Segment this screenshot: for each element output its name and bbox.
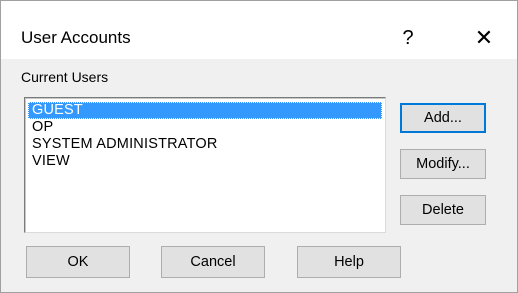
- cancel-button[interactable]: Cancel: [161, 246, 265, 278]
- user-accounts-dialog: User Accounts ? ✕ Current Users GUEST OP…: [0, 0, 518, 293]
- list-item-op[interactable]: OP: [28, 119, 382, 136]
- delete-button[interactable]: Delete: [400, 195, 486, 225]
- close-icon[interactable]: ✕: [461, 21, 507, 55]
- list-item-system-administrator[interactable]: SYSTEM ADMINISTRATOR: [28, 136, 382, 153]
- modify-button[interactable]: Modify...: [400, 149, 486, 179]
- users-listbox[interactable]: GUEST OP SYSTEM ADMINISTRATOR VIEW: [24, 97, 386, 233]
- list-item-guest[interactable]: GUEST: [28, 102, 382, 119]
- current-users-label: Current Users: [21, 69, 109, 85]
- add-button[interactable]: Add...: [400, 103, 486, 133]
- help-icon[interactable]: ?: [385, 21, 431, 55]
- ok-button[interactable]: OK: [26, 246, 130, 278]
- list-item-view[interactable]: VIEW: [28, 153, 382, 170]
- title-bar: User Accounts ? ✕: [1, 1, 517, 59]
- help-button[interactable]: Help: [297, 246, 401, 278]
- dialog-title: User Accounts: [21, 28, 131, 47]
